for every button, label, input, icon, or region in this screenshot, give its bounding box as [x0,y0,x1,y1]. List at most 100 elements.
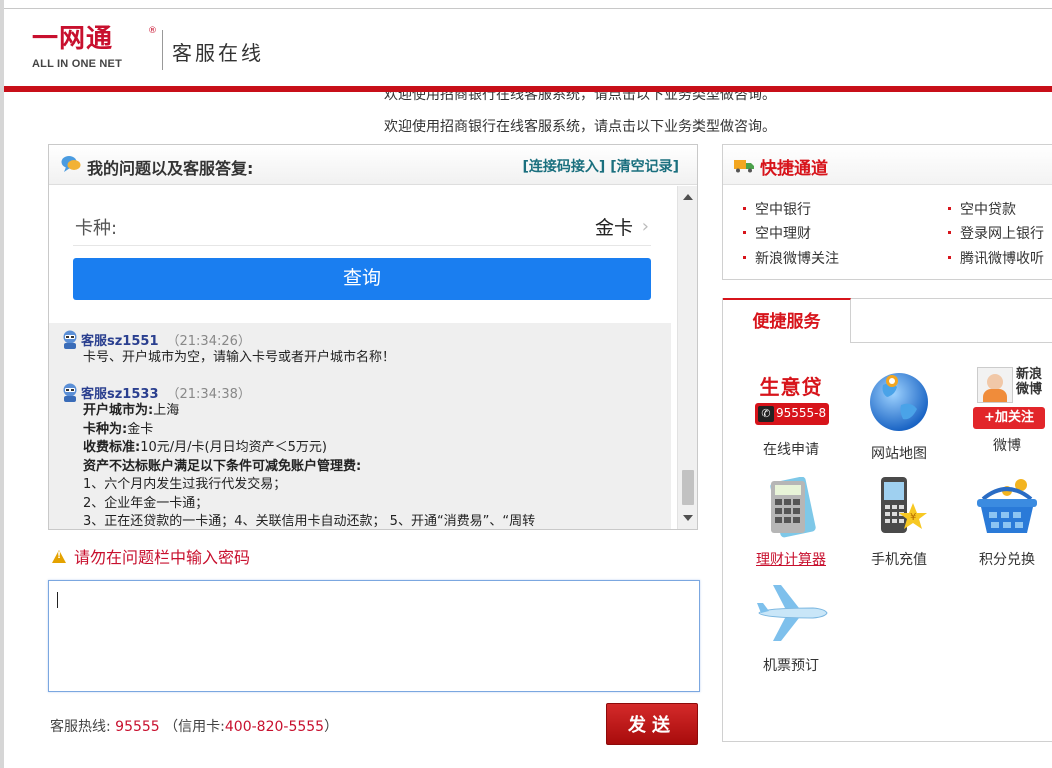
agent-message: 客服sz1551 （21:34:26） 卡号、开户城市为空，请输入卡号或者开户城… [61,329,661,368]
logo-text: 一网通 [32,24,114,54]
question-input[interactable] [48,580,700,692]
service-tabbar: 便捷服务 [723,298,1052,343]
clear-history-link[interactable]: [清空记录] [610,159,679,175]
calculator-icon [770,476,816,538]
text-caret [57,592,58,608]
hotline-label: 客服热线: [50,719,111,735]
quick-item-sky-finance[interactable]: 空中理财 [743,223,811,243]
message-header: 客服sz1533 （21:34:38） [61,382,661,402]
message-line: 开户城市为:上海 [83,402,661,421]
line-label: 开户城市为: [83,403,154,418]
service-label: 机票预订 [763,658,819,674]
hotline-number: 95555 [115,719,160,735]
message-list-item: 2、企业年金一卡通； [83,495,209,511]
credit-number: 400-820-5555 [224,719,325,735]
scroll-up-arrow-icon[interactable] [683,194,693,200]
follow-badge: +加关注 [973,407,1045,429]
line-label: 资产不达标账户满足以下条件可减免账户管理费: [83,458,362,474]
service-label: 微博 [993,438,1021,454]
basket-icon [977,479,1037,533]
chat-panel: 我的问题以及客服答复: [连接码接入] [清空记录] 卡种: 金卡 › 查询 客… [48,144,698,530]
window-top-border [0,0,1052,9]
agent-name: 客服sz1533 [81,386,159,402]
truck-icon [734,160,754,173]
card-type-label: 卡种: [75,218,118,239]
message-header: 客服sz1551 （21:34:26） [61,329,661,349]
avatar [977,367,1013,403]
tab-convenient-service[interactable]: 便捷服务 [723,298,851,343]
line-value: 金卡 [127,421,154,437]
airplane-icon [757,585,828,641]
weibo-icon: 新浪微博 +加关注 [969,367,1045,433]
header-divider [162,30,163,70]
service-finance-calculator[interactable]: 理财计算器 [741,476,841,569]
quick-item-sina-weibo[interactable]: 新浪微博关注 [743,248,839,268]
chat-history[interactable]: 卡种: 金卡 › 查询 客服sz1551 （21:34:26） 卡号、开户城市为… [49,186,677,529]
service-flight-booking[interactable]: 机票预订 [741,583,841,675]
message-line: 收费标准:10元/月/卡(月日均资产＜5万元) [83,439,661,458]
message-time: （21:34:38） [166,386,251,402]
warning-text: 请勿在问题栏中输入密码 [74,548,251,567]
line-label: 收费标准: [83,440,141,455]
shengyidai-title: 生意贷 [759,375,823,399]
service-phone-recharge[interactable]: ¥ 手机充值 [849,477,949,569]
service-weibo[interactable]: 新浪微博 +加关注 微博 [957,367,1052,455]
service-title: 客服在线 [172,41,264,65]
phone-icon: ✆ [758,406,774,422]
line-value: 10元/月/卡(月日均资产＜5万元) [140,440,327,455]
service-points-exchange[interactable]: 积分兑换 [957,477,1052,569]
line-label: 卡种为: [83,421,128,437]
message-line: 卡种为:金卡 [83,421,661,440]
service-online-apply[interactable]: 生意贷 ✆ 95555-8 在线申请 [741,371,841,459]
credit-label: （信用卡: [164,719,225,735]
scroll-thumb[interactable] [682,470,694,505]
chat-header: 我的问题以及客服答复: [连接码接入] [清空记录] [49,145,697,185]
chevron-right-icon: › [641,216,649,237]
message-time: （21:34:26） [166,333,251,349]
quick-channel-panel: 快捷通道 空中银行 空中贷款 空中理财 登录网上银行 新浪微博关注 腾讯微博收听 [722,144,1052,280]
message-line: 资产不达标账户满足以下条件可减免账户管理费: [83,458,661,477]
phone-recharge-icon: ¥ [881,477,927,533]
card-type-selector[interactable]: 卡种: 金卡 › [73,196,651,246]
service-label: 在线申请 [763,442,819,458]
shengyidai-phone-bar: ✆ 95555-8 [755,403,829,425]
message-text: 卡号、开户城市为空，请输入卡号或者开户城市名称！ [83,350,396,365]
chat-scrollbar[interactable] [677,186,697,529]
marquee-line: 欢迎使用招商银行在线客服系统，请点击以下业务类型做咨询。 [384,119,776,134]
svg-text:¥: ¥ [910,512,916,523]
message-list-item: 1、六个月内发生过我行代发交易； [83,477,287,492]
service-label: 网站地图 [871,446,927,462]
service-label: 理财计算器 [756,552,826,568]
connect-code-link[interactable]: [连接码接入] [523,159,606,175]
credit-close: ） [324,719,339,735]
agent-message: 客服sz1533 （21:34:38） 开户城市为:上海 卡种为:金卡 收费标准… [61,382,661,529]
logo-subtitle: ALL IN ONE NET [32,58,122,70]
logo-registered-mark: ® [148,26,157,36]
convenient-service-panel: 便捷服务 生意贷 ✆ 95555-8 在线申请 网站地图 新浪微博 +加关注 微… [722,298,1052,742]
message-list-item: 3、正在还贷款的一卡通；4、关联信用卡自动还款； 5、开通“消费易”、“周转 [83,514,536,529]
service-label: 手机充值 [871,552,927,568]
agent-name: 客服sz1551 [81,333,159,349]
shengyidai-phone: 95555-8 [776,406,827,420]
globe-icon [870,373,928,431]
logo[interactable]: 一网通 ® ALL IN ONE NET [32,24,157,72]
weibo-title: 新浪微博 [1015,367,1042,397]
chat-bubble-icon [61,156,81,172]
warning-icon [52,549,66,563]
quick-item-sky-loan[interactable]: 空中贷款 [948,199,1016,219]
shengyidai-icon: 生意贷 ✆ 95555-8 [753,371,829,433]
quick-channel-header: 快捷通道 [723,145,1052,185]
quick-item-online-bank-login[interactable]: 登录网上银行 [948,223,1044,243]
scroll-down-arrow-icon[interactable] [683,515,693,521]
quick-channel-title: 快捷通道 [760,159,828,179]
welcome-marquee: 欢迎使用招商银行在线客服系统，请点击以下业务类型做咨询。 欢迎使用招商银行在线客… [380,92,880,134]
marquee-line: 欢迎使用招商银行在线客服系统，请点击以下业务类型做咨询。 [384,92,776,103]
password-warning: 请勿在问题栏中输入密码 [52,544,250,568]
chat-title: 我的问题以及客服答复: [87,159,254,178]
query-button[interactable]: 查询 [73,258,651,300]
quick-item-tencent-weibo[interactable]: 腾讯微博收听 [948,248,1044,268]
service-site-map[interactable]: 网站地图 [849,371,949,463]
send-button[interactable]: 发送 [606,703,698,745]
hotline-info: 客服热线: 95555 （信用卡:400-820-5555） [50,716,338,736]
quick-item-sky-bank[interactable]: 空中银行 [743,199,811,219]
